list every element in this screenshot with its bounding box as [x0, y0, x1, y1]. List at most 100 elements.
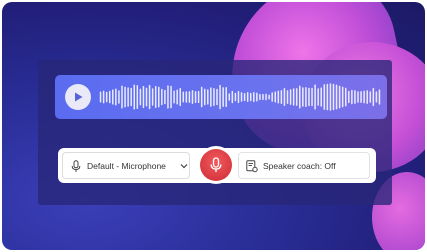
waveform-bar	[148, 84, 151, 110]
waveform-bar	[338, 85, 341, 109]
waveform-bar	[357, 91, 359, 103]
waveform-bar	[200, 86, 203, 108]
waveform-bar	[366, 90, 368, 104]
waveform-bar	[167, 85, 169, 109]
waveform-bar	[139, 88, 142, 106]
waveform-bar	[237, 90, 240, 104]
waveform-bar	[332, 83, 335, 111]
waveform-bar	[323, 84, 326, 110]
waveform-bar	[305, 86, 307, 108]
waveform-bar	[207, 89, 209, 105]
waveform-bar	[326, 83, 329, 111]
waveform-bar	[378, 89, 381, 105]
record-button[interactable]	[197, 146, 235, 184]
audio-waveform[interactable]	[99, 81, 381, 113]
waveform-bar	[299, 85, 301, 109]
waveform-bar	[164, 89, 166, 105]
waveform-bar	[363, 90, 365, 104]
waveform-bar	[240, 92, 243, 102]
waveform-bar	[351, 89, 353, 105]
microphone-label: Default - Microphone	[87, 161, 166, 171]
waveform-bar	[219, 84, 221, 110]
waveform-bar	[194, 90, 197, 104]
waveform-bar	[115, 88, 117, 106]
waveform-bar	[283, 88, 286, 106]
waveform-bar	[213, 88, 215, 106]
waveform-bar	[271, 92, 273, 102]
waveform-bar	[170, 85, 172, 109]
waveform-bar	[136, 85, 139, 109]
waveform-bar	[344, 87, 347, 107]
waveform-bar	[375, 91, 378, 103]
waveform-bar	[225, 86, 227, 108]
waveform-bar	[360, 91, 362, 103]
waveform-bar	[311, 87, 313, 107]
waveform-bar	[133, 84, 136, 110]
waveform-bar	[185, 91, 188, 103]
waveform-bar	[142, 85, 145, 109]
waveform-bar	[210, 87, 212, 107]
waveform-bar	[112, 89, 114, 105]
playback-bar	[55, 75, 387, 119]
waveform-bar	[292, 88, 295, 106]
speaker-coach-label: Speaker coach: Off	[263, 161, 336, 171]
waveform-bar	[151, 88, 154, 106]
waveform-bar	[372, 87, 375, 107]
waveform-bar	[314, 84, 316, 110]
microphone-dropdown[interactable]: Default - Microphone	[62, 152, 190, 179]
waveform-bar	[197, 90, 200, 104]
waveform-bar	[108, 90, 111, 104]
waveform-bar	[228, 93, 231, 101]
waveform-bar	[246, 92, 249, 102]
speaker-coach-toggle[interactable]: Speaker coach: Off	[238, 152, 370, 179]
microphone-icon	[71, 160, 81, 172]
waveform-bar	[295, 88, 298, 106]
waveform-bar	[130, 87, 132, 107]
waveform-bar	[256, 92, 258, 102]
waveform-bar	[222, 87, 224, 107]
waveform-bar	[145, 87, 148, 107]
waveform-bar	[182, 91, 185, 103]
waveform-bar	[262, 93, 264, 101]
waveform-bar	[203, 88, 206, 106]
waveform-bar	[158, 86, 160, 108]
waveform-bar	[234, 92, 237, 102]
waveform-bar	[369, 91, 372, 103]
waveform-bar	[335, 84, 338, 110]
waveform-bar	[176, 89, 178, 105]
waveform-bar	[289, 89, 292, 105]
waveform-bar	[265, 93, 267, 101]
waveform-bar	[259, 93, 261, 101]
waveform-bar	[105, 91, 108, 103]
waveform-bar	[348, 90, 350, 104]
waveform-bar	[286, 90, 289, 104]
waveform-bar	[249, 92, 252, 102]
play-button[interactable]	[65, 84, 91, 110]
waveform-bar	[308, 87, 310, 107]
waveform-bar	[268, 94, 270, 100]
waveform-bar	[277, 90, 280, 104]
waveform-bar	[179, 87, 181, 107]
waveform-bar	[118, 90, 120, 104]
waveform-bar	[188, 91, 191, 103]
waveform-bar	[302, 87, 304, 107]
waveform-bar	[99, 91, 102, 103]
waveform-bar	[102, 90, 105, 104]
waveform-bar	[320, 87, 322, 107]
waveform-bar	[341, 86, 344, 108]
waveform-bar	[280, 89, 283, 105]
waveform-bar	[231, 90, 234, 104]
waveform-bar	[121, 85, 123, 109]
chevron-down-icon	[180, 164, 188, 169]
waveform-bar	[216, 88, 218, 106]
waveform-bar	[329, 83, 332, 111]
waveform-bar	[161, 88, 163, 106]
waveform-bar	[243, 92, 246, 102]
speaker-coach-icon	[246, 160, 258, 173]
waveform-bar	[274, 91, 277, 103]
record-button-inner	[200, 149, 232, 181]
play-icon	[75, 92, 83, 102]
waveform-bar	[127, 87, 129, 107]
waveform-bar	[154, 85, 157, 109]
microphone-icon	[210, 157, 222, 172]
